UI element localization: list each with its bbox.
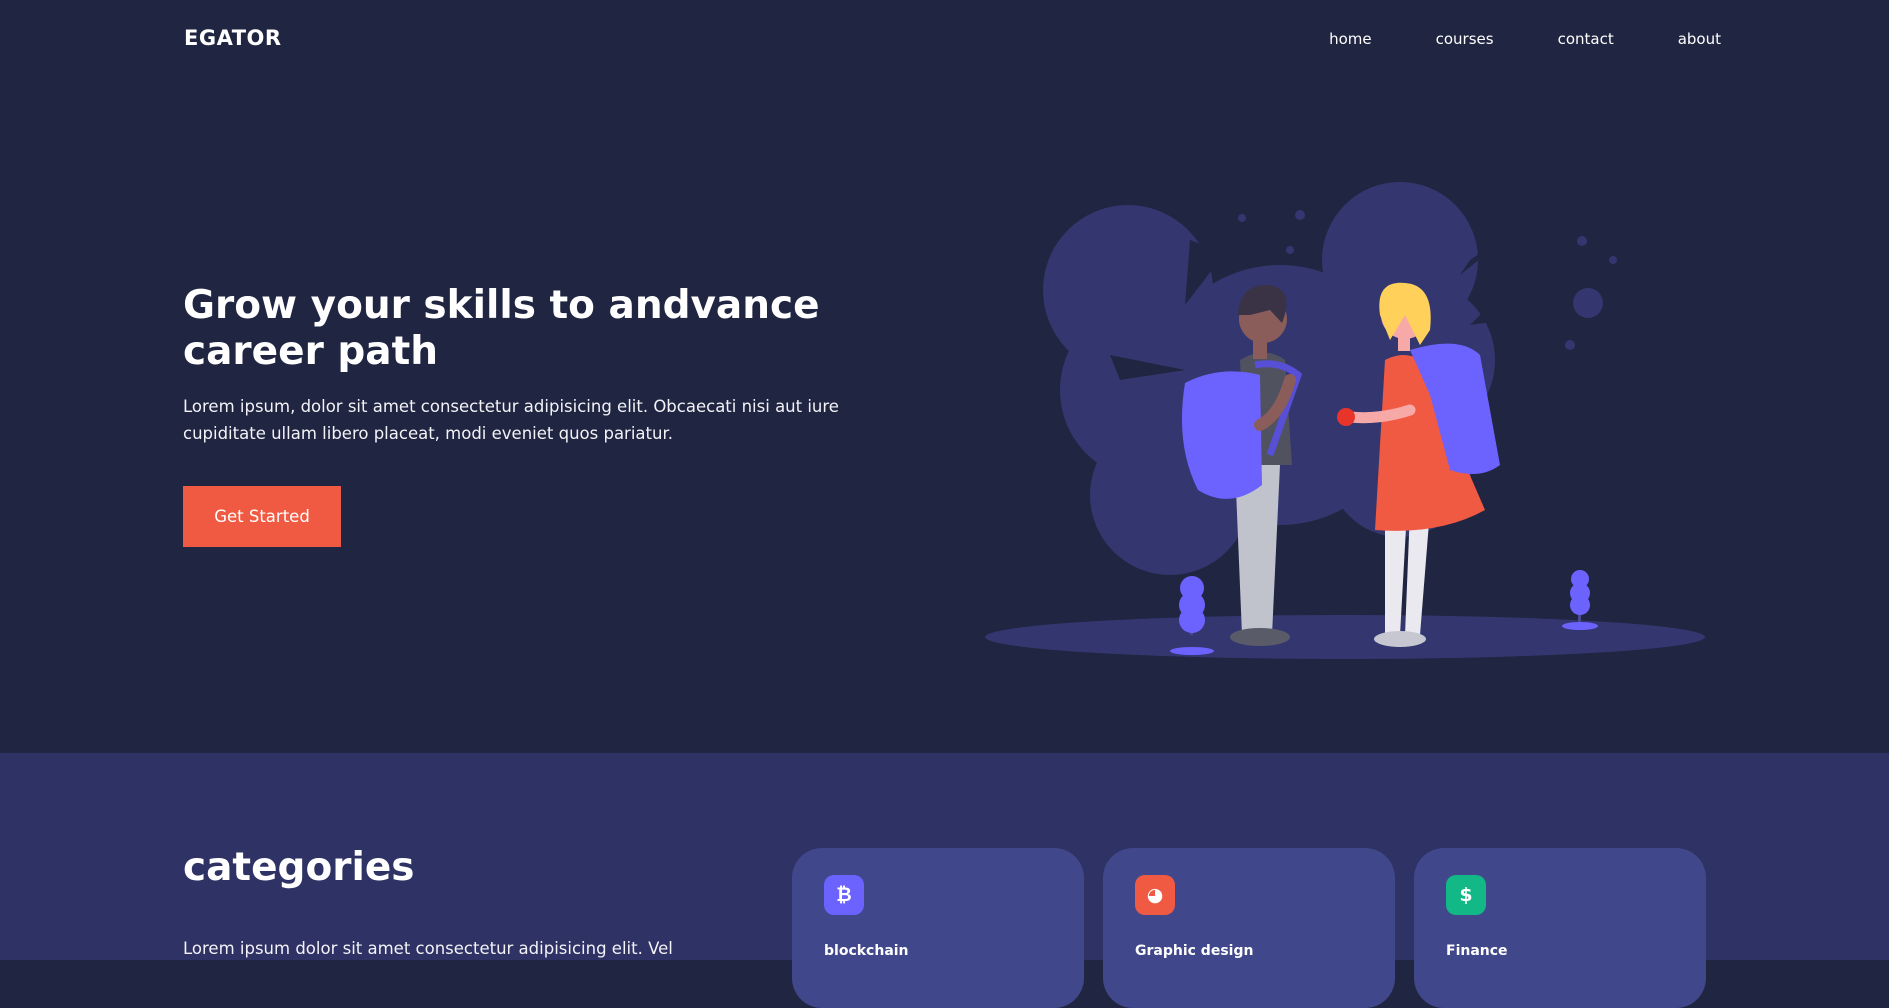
get-started-button[interactable]: Get Started — [183, 486, 341, 547]
palette-icon: ◕ — [1135, 875, 1175, 915]
hero-description: Lorem ipsum, dolor sit amet consectetur … — [183, 397, 839, 443]
dollar-icon: $ — [1446, 875, 1486, 915]
main-nav: home courses contact about — [1329, 30, 1721, 48]
nav-contact[interactable]: contact — [1558, 30, 1614, 48]
category-label: Finance — [1446, 943, 1508, 959]
bitcoin-icon: ₿ — [824, 875, 864, 915]
category-card-finance[interactable]: $ Finance — [1414, 848, 1706, 1008]
categories-title: categories — [183, 845, 415, 890]
categories-section: categories Lorem ipsum dolor sit amet co… — [0, 753, 1889, 1008]
hero-section: EGATOR home courses contact about Grow y… — [0, 0, 1889, 753]
category-card-graphic-design[interactable]: ◕ Graphic design — [1103, 848, 1395, 1008]
palette-icon-glyph: ◕ — [1146, 884, 1164, 906]
dollar-icon-glyph: $ — [1459, 884, 1473, 906]
bitcoin-icon-glyph: ₿ — [836, 883, 852, 906]
category-card-blockchain[interactable]: ₿ blockchain — [792, 848, 1084, 1008]
nav-courses[interactable]: courses — [1436, 30, 1494, 48]
site-logo[interactable]: EGATOR — [184, 26, 282, 50]
categories-description: Lorem ipsum dolor sit amet consectetur a… — [183, 939, 673, 958]
students-illustration — [985, 182, 1705, 659]
hero-title: Grow your skills to andvance career path — [183, 283, 820, 374]
site-header: EGATOR home courses contact about — [0, 0, 1889, 80]
nav-home[interactable]: home — [1329, 30, 1372, 48]
category-label: Graphic design — [1135, 943, 1254, 959]
category-label: blockchain — [824, 943, 909, 959]
nav-about[interactable]: about — [1678, 30, 1721, 48]
